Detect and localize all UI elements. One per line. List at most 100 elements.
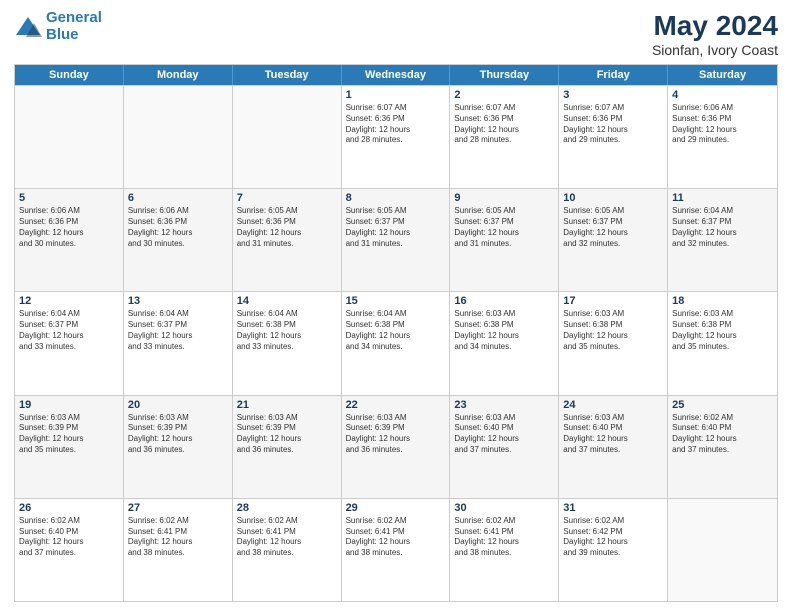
day-number: 15 — [346, 295, 446, 307]
day-number: 2 — [454, 89, 554, 101]
calendar-cell: 23 Sunrise: 6:03 AM Sunset: 6:40 PM Dayli… — [450, 396, 559, 498]
cell-info: Sunrise: 6:07 AM Sunset: 6:36 PM Dayligh… — [346, 103, 446, 146]
cell-info: Sunrise: 6:04 AM Sunset: 6:38 PM Dayligh… — [346, 309, 446, 352]
calendar-cell: 8 Sunrise: 6:05 AM Sunset: 6:37 PM Daylig… — [342, 189, 451, 291]
cell-info: Sunrise: 6:05 AM Sunset: 6:37 PM Dayligh… — [454, 206, 554, 249]
day-number: 7 — [237, 192, 337, 204]
calendar-cell: 11 Sunrise: 6:04 AM Sunset: 6:37 PM Dayli… — [668, 189, 777, 291]
cell-info: Sunrise: 6:03 AM Sunset: 6:39 PM Dayligh… — [346, 413, 446, 456]
day-number: 8 — [346, 192, 446, 204]
day-number: 6 — [128, 192, 228, 204]
cell-info: Sunrise: 6:05 AM Sunset: 6:37 PM Dayligh… — [346, 206, 446, 249]
day-number: 9 — [454, 192, 554, 204]
cell-info: Sunrise: 6:02 AM Sunset: 6:42 PM Dayligh… — [563, 516, 663, 559]
calendar-week: 1Sunrise: 6:07 AM Sunset: 6:36 PM Daylig… — [15, 85, 777, 188]
calendar-cell: 18 Sunrise: 6:03 AM Sunset: 6:38 PM Dayli… — [668, 292, 777, 394]
cell-info: Sunrise: 6:03 AM Sunset: 6:38 PM Dayligh… — [563, 309, 663, 352]
day-number: 3 — [563, 89, 663, 101]
day-number: 18 — [672, 295, 773, 307]
cell-info: Sunrise: 6:04 AM Sunset: 6:38 PM Dayligh… — [237, 309, 337, 352]
cell-info: Sunrise: 6:07 AM Sunset: 6:36 PM Dayligh… — [454, 103, 554, 146]
calendar-cell: 3 Sunrise: 6:07 AM Sunset: 6:36 PM Daylig… — [559, 86, 668, 188]
day-number: 28 — [237, 502, 337, 514]
cell-info: Sunrise: 6:03 AM Sunset: 6:38 PM Dayligh… — [672, 309, 773, 352]
cell-info: Sunrise: 6:03 AM Sunset: 6:39 PM Dayligh… — [237, 413, 337, 456]
cell-info: Sunrise: 6:04 AM Sunset: 6:37 PM Dayligh… — [672, 206, 773, 249]
day-number: 11 — [672, 192, 773, 204]
cell-info: Sunrise: 6:03 AM Sunset: 6:38 PM Dayligh… — [454, 309, 554, 352]
day-number: 4 — [672, 89, 773, 101]
cell-info: Sunrise: 6:04 AM Sunset: 6:37 PM Dayligh… — [19, 309, 119, 352]
calendar-cell: 13Sunrise: 6:04 AM Sunset: 6:37 PM Dayli… — [124, 292, 233, 394]
calendar-header-cell: Wednesday — [342, 65, 451, 85]
day-number: 26 — [19, 502, 119, 514]
calendar-header-cell: Saturday — [668, 65, 777, 85]
calendar-cell: 27Sunrise: 6:02 AM Sunset: 6:41 PM Dayli… — [124, 499, 233, 601]
calendar-cell: 17 Sunrise: 6:03 AM Sunset: 6:38 PM Dayli… — [559, 292, 668, 394]
calendar-header: SundayMondayTuesdayWednesdayThursdayFrid… — [15, 65, 777, 85]
calendar-cell: 14Sunrise: 6:04 AM Sunset: 6:38 PM Dayli… — [233, 292, 342, 394]
calendar-cell: 4Sunrise: 6:06 AM Sunset: 6:36 PM Daylig… — [668, 86, 777, 188]
calendar-cell: 1Sunrise: 6:07 AM Sunset: 6:36 PM Daylig… — [342, 86, 451, 188]
calendar-header-cell: Thursday — [450, 65, 559, 85]
day-number: 19 — [19, 399, 119, 411]
calendar-body: 1Sunrise: 6:07 AM Sunset: 6:36 PM Daylig… — [15, 85, 777, 601]
cell-info: Sunrise: 6:05 AM Sunset: 6:37 PM Dayligh… — [563, 206, 663, 249]
day-number: 20 — [128, 399, 228, 411]
day-number: 23 — [454, 399, 554, 411]
logo-text: General Blue — [46, 10, 102, 43]
day-number: 17 — [563, 295, 663, 307]
calendar-cell: 21 Sunrise: 6:03 AM Sunset: 6:39 PM Dayli… — [233, 396, 342, 498]
day-number: 29 — [346, 502, 446, 514]
cell-info: Sunrise: 6:02 AM Sunset: 6:41 PM Dayligh… — [128, 516, 228, 559]
cell-info: Sunrise: 6:03 AM Sunset: 6:40 PM Dayligh… — [454, 413, 554, 456]
logo-icon — [14, 15, 42, 39]
calendar-cell: 25 Sunrise: 6:02 AM Sunset: 6:40 PM Dayli… — [668, 396, 777, 498]
day-number: 12 — [19, 295, 119, 307]
calendar-cell: 12 Sunrise: 6:04 AM Sunset: 6:37 PM Dayli… — [15, 292, 124, 394]
calendar-cell: 6 Sunrise: 6:06 AM Sunset: 6:36 PM Daylig… — [124, 189, 233, 291]
calendar-cell: 20 Sunrise: 6:03 AM Sunset: 6:39 PM Dayli… — [124, 396, 233, 498]
calendar-cell: 29Sunrise: 6:02 AM Sunset: 6:41 PM Dayli… — [342, 499, 451, 601]
calendar-cell: 2 Sunrise: 6:07 AM Sunset: 6:36 PM Daylig… — [450, 86, 559, 188]
calendar-cell: 15 Sunrise: 6:04 AM Sunset: 6:38 PM Dayli… — [342, 292, 451, 394]
cell-info: Sunrise: 6:03 AM Sunset: 6:39 PM Dayligh… — [19, 413, 119, 456]
calendar-cell: 24Sunrise: 6:03 AM Sunset: 6:40 PM Dayli… — [559, 396, 668, 498]
calendar-header-cell: Tuesday — [233, 65, 342, 85]
logo-line1: General — [46, 9, 102, 26]
title-block: May 2024 Sionfan, Ivory Coast — [652, 10, 778, 58]
calendar-header-cell: Friday — [559, 65, 668, 85]
calendar-cell — [668, 499, 777, 601]
cell-info: Sunrise: 6:06 AM Sunset: 6:36 PM Dayligh… — [128, 206, 228, 249]
calendar-header-cell: Sunday — [15, 65, 124, 85]
cell-info: Sunrise: 6:02 AM Sunset: 6:41 PM Dayligh… — [454, 516, 554, 559]
page: General Blue May 2024 Sionfan, Ivory Coa… — [0, 0, 792, 612]
day-number: 5 — [19, 192, 119, 204]
day-number: 24 — [563, 399, 663, 411]
day-number: 22 — [346, 399, 446, 411]
calendar-cell: 9 Sunrise: 6:05 AM Sunset: 6:37 PM Daylig… — [450, 189, 559, 291]
calendar-week: 5 Sunrise: 6:06 AM Sunset: 6:36 PM Daylig… — [15, 188, 777, 291]
calendar-cell: 26Sunrise: 6:02 AM Sunset: 6:40 PM Dayli… — [15, 499, 124, 601]
calendar-cell — [15, 86, 124, 188]
calendar-cell: 31Sunrise: 6:02 AM Sunset: 6:42 PM Dayli… — [559, 499, 668, 601]
cell-info: Sunrise: 6:06 AM Sunset: 6:36 PM Dayligh… — [19, 206, 119, 249]
cell-info: Sunrise: 6:02 AM Sunset: 6:40 PM Dayligh… — [672, 413, 773, 456]
calendar-cell: 28 Sunrise: 6:02 AM Sunset: 6:41 PM Dayli… — [233, 499, 342, 601]
calendar-cell: 30 Sunrise: 6:02 AM Sunset: 6:41 PM Dayli… — [450, 499, 559, 601]
cell-info: Sunrise: 6:02 AM Sunset: 6:41 PM Dayligh… — [237, 516, 337, 559]
calendar-week: 19 Sunrise: 6:03 AM Sunset: 6:39 PM Dayli… — [15, 395, 777, 498]
calendar: SundayMondayTuesdayWednesdayThursdayFrid… — [14, 64, 778, 602]
calendar-cell: 22 Sunrise: 6:03 AM Sunset: 6:39 PM Dayli… — [342, 396, 451, 498]
calendar-cell: 19 Sunrise: 6:03 AM Sunset: 6:39 PM Dayli… — [15, 396, 124, 498]
calendar-week: 26Sunrise: 6:02 AM Sunset: 6:40 PM Dayli… — [15, 498, 777, 601]
day-number: 25 — [672, 399, 773, 411]
calendar-header-cell: Monday — [124, 65, 233, 85]
calendar-cell — [124, 86, 233, 188]
main-title: May 2024 — [652, 10, 778, 42]
day-number: 21 — [237, 399, 337, 411]
calendar-cell: 7Sunrise: 6:05 AM Sunset: 6:36 PM Daylig… — [233, 189, 342, 291]
day-number: 30 — [454, 502, 554, 514]
cell-info: Sunrise: 6:07 AM Sunset: 6:36 PM Dayligh… — [563, 103, 663, 146]
cell-info: Sunrise: 6:03 AM Sunset: 6:39 PM Dayligh… — [128, 413, 228, 456]
